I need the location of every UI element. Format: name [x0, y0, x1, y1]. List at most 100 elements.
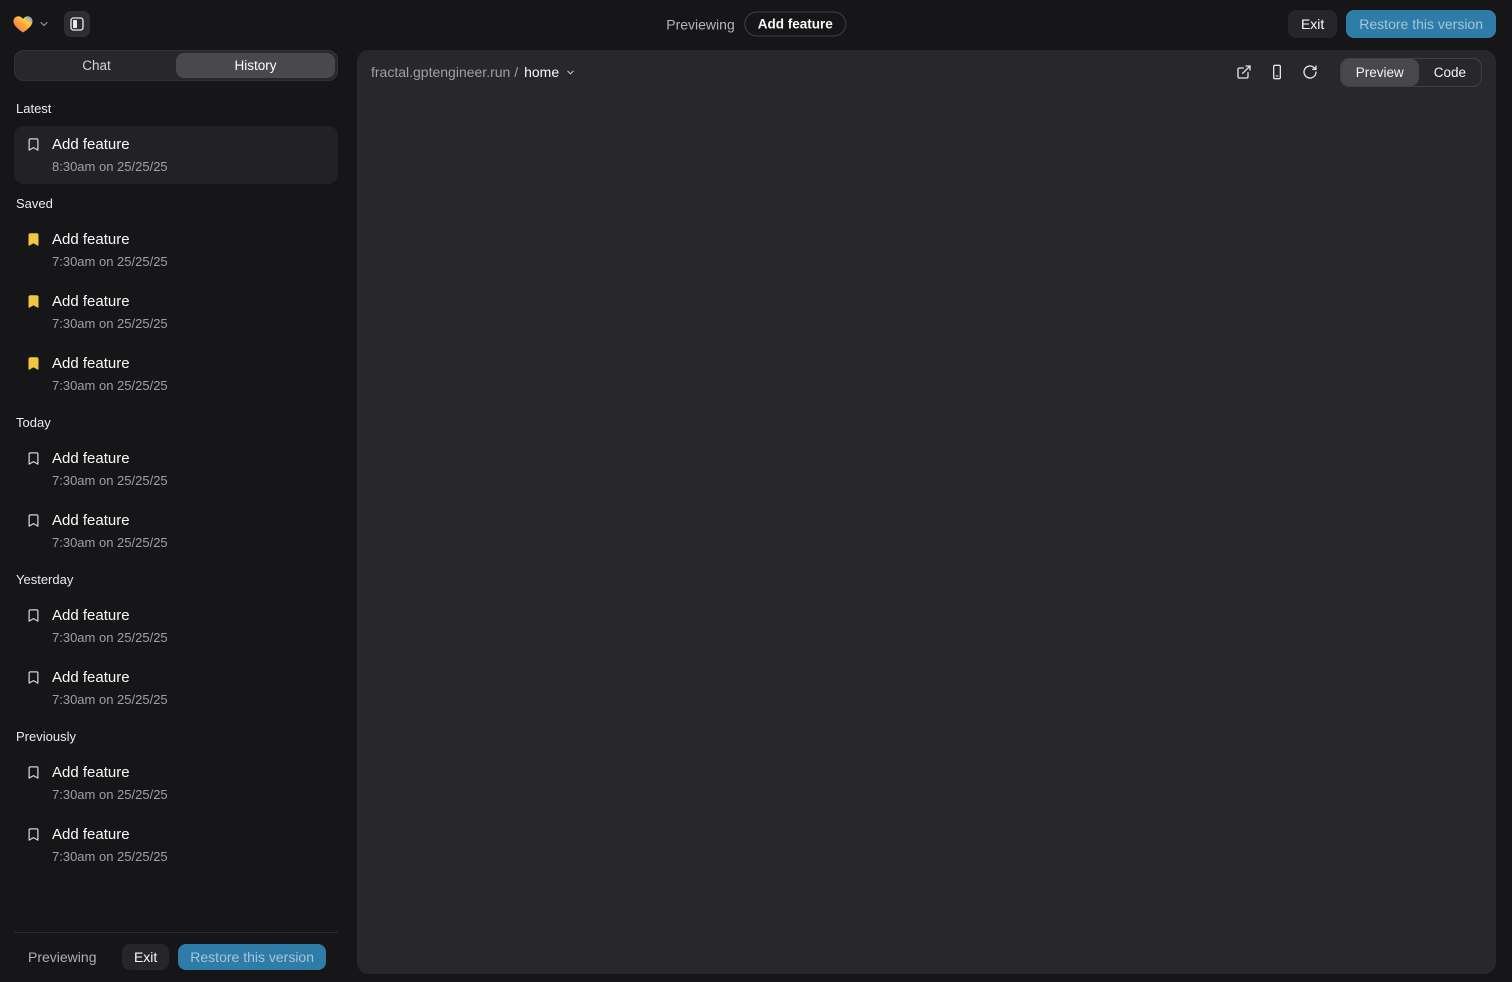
bookmark-outline-icon: [26, 451, 41, 466]
section-title: Yesterday: [14, 566, 338, 597]
history-item-title: Add feature: [52, 667, 168, 689]
history-item[interactable]: Add feature 7:30am on 25/25/25: [14, 816, 338, 874]
history-item-time: 7:30am on 25/25/25: [52, 847, 168, 866]
toggle-sidebar-button[interactable]: [64, 11, 90, 37]
history-item[interactable]: Add feature 7:30am on 25/25/25: [14, 440, 338, 498]
content-area: Chat History Latest Add feature 8:30am o…: [0, 48, 1512, 982]
bookmark-outline-icon: [26, 827, 41, 842]
bookmark-outline-icon: [26, 513, 41, 528]
history-item-time: 7:30am on 25/25/25: [52, 252, 168, 271]
section-items: Add feature 7:30am on 25/25/25 Add featu…: [14, 221, 338, 403]
exit-button[interactable]: Exit: [1288, 10, 1337, 38]
history-item-text: Add feature 7:30am on 25/25/25: [52, 448, 168, 490]
history-item[interactable]: Add feature 7:30am on 25/25/25: [14, 754, 338, 812]
topbar-actions: Exit Restore this version: [1288, 10, 1496, 38]
history-item-text: Add feature 7:30am on 25/25/25: [52, 824, 168, 866]
refresh-preview-button[interactable]: [1297, 59, 1323, 85]
mobile-device-icon: [1269, 64, 1285, 80]
bookmark-outline-icon: [26, 608, 41, 623]
history-item[interactable]: Add feature 7:30am on 25/25/25: [14, 502, 338, 560]
history-section: Today Add feature 7:30am on 25/25/25 Add…: [14, 409, 338, 560]
preview-viewport: [357, 94, 1496, 974]
history-list[interactable]: Latest Add feature 8:30am on 25/25/25 Sa…: [14, 81, 338, 932]
section-items: Add feature 7:30am on 25/25/25 Add featu…: [14, 597, 338, 717]
tab-preview[interactable]: Preview: [1341, 59, 1419, 86]
section-title: Previously: [14, 723, 338, 754]
section-title: Today: [14, 409, 338, 440]
topbar-status: Previewing Add feature: [666, 12, 846, 37]
lovable-heart-logo-icon: [12, 13, 34, 35]
history-item-title: Add feature: [52, 824, 168, 846]
restore-version-button[interactable]: Restore this version: [1346, 10, 1496, 38]
history-item-text: Add feature 7:30am on 25/25/25: [52, 667, 168, 709]
history-item-time: 8:30am on 25/25/25: [52, 157, 168, 176]
bookmark-filled-icon: [26, 294, 41, 309]
history-item-title: Add feature: [52, 353, 168, 375]
history-item[interactable]: Add feature 7:30am on 25/25/25: [14, 221, 338, 279]
tab-chat[interactable]: Chat: [17, 53, 176, 78]
history-item-title: Add feature: [52, 448, 168, 470]
history-item-title: Add feature: [52, 134, 168, 156]
section-title: Saved: [14, 190, 338, 221]
open-in-new-tab-button[interactable]: [1231, 59, 1257, 85]
history-item-text: Add feature 7:30am on 25/25/25: [52, 291, 168, 333]
history-item-time: 7:30am on 25/25/25: [52, 628, 168, 647]
history-item[interactable]: Add feature 8:30am on 25/25/25: [14, 126, 338, 184]
history-section: Previously Add feature 7:30am on 25/25/2…: [14, 723, 338, 874]
history-section: Latest Add feature 8:30am on 25/25/25: [14, 95, 338, 184]
sidebar-tabs: Chat History: [14, 50, 338, 81]
history-item-text: Add feature 7:30am on 25/25/25: [52, 229, 168, 271]
version-badge: Add feature: [745, 12, 846, 37]
history-section: Saved Add feature 7:30am on 25/25/25 Add…: [14, 190, 338, 403]
preview-url-route: home: [524, 64, 559, 80]
history-item-title: Add feature: [52, 605, 168, 627]
history-item-title: Add feature: [52, 762, 168, 784]
bookmark-outline-icon: [26, 765, 41, 780]
history-item-title: Add feature: [52, 291, 168, 313]
section-title: Latest: [14, 95, 338, 126]
history-item-title: Add feature: [52, 510, 168, 532]
preview-panel: fractal.gptengineer.run / home: [357, 50, 1496, 974]
history-item[interactable]: Add feature 7:30am on 25/25/25: [14, 283, 338, 341]
history-item[interactable]: Add feature 7:30am on 25/25/25: [14, 345, 338, 403]
history-item[interactable]: Add feature 7:30am on 25/25/25: [14, 597, 338, 655]
previewing-label: Previewing: [666, 16, 734, 32]
preview-url-domain: fractal.gptengineer.run /: [371, 64, 518, 80]
previewing-label: Previewing: [28, 949, 96, 965]
tab-code[interactable]: Code: [1419, 59, 1481, 86]
app-logo-menu[interactable]: [12, 13, 50, 35]
topbar-left: [12, 11, 90, 37]
history-item-text: Add feature 7:30am on 25/25/25: [52, 762, 168, 804]
bookmark-outline-icon: [26, 137, 41, 152]
history-item-time: 7:30am on 25/25/25: [52, 785, 168, 804]
mobile-view-button[interactable]: [1264, 59, 1290, 85]
refresh-icon: [1302, 64, 1318, 80]
chevron-down-icon: [38, 18, 50, 30]
restore-version-button[interactable]: Restore this version: [178, 944, 326, 970]
history-item-time: 7:30am on 25/25/25: [52, 533, 168, 552]
history-sidebar: Chat History Latest Add feature 8:30am o…: [14, 50, 338, 974]
history-item-text: Add feature 7:30am on 25/25/25: [52, 353, 168, 395]
bookmark-outline-icon: [26, 670, 41, 685]
bookmark-filled-icon: [26, 232, 41, 247]
history-item-time: 7:30am on 25/25/25: [52, 376, 168, 395]
section-items: Add feature 7:30am on 25/25/25 Add featu…: [14, 754, 338, 874]
preview-code-toggle: Preview Code: [1340, 58, 1482, 87]
preview-header: fractal.gptengineer.run / home: [357, 50, 1496, 94]
bookmark-filled-icon: [26, 356, 41, 371]
history-item-text: Add feature 8:30am on 25/25/25: [52, 134, 168, 176]
history-item[interactable]: Add feature 7:30am on 25/25/25: [14, 659, 338, 717]
history-item-time: 7:30am on 25/25/25: [52, 314, 168, 333]
history-item-time: 7:30am on 25/25/25: [52, 690, 168, 709]
tab-history[interactable]: History: [176, 53, 335, 78]
section-items: Add feature 7:30am on 25/25/25 Add featu…: [14, 440, 338, 560]
external-link-icon: [1236, 64, 1252, 80]
history-item-time: 7:30am on 25/25/25: [52, 471, 168, 490]
exit-button[interactable]: Exit: [122, 944, 169, 970]
section-items: Add feature 8:30am on 25/25/25: [14, 126, 338, 184]
history-item-text: Add feature 7:30am on 25/25/25: [52, 510, 168, 552]
preview-header-actions: Preview Code: [1231, 58, 1482, 87]
sidebar-footer: Previewing Exit Restore this version: [14, 932, 338, 974]
history-section: Yesterday Add feature 7:30am on 25/25/25…: [14, 566, 338, 717]
preview-url-selector[interactable]: fractal.gptengineer.run / home: [371, 64, 576, 80]
